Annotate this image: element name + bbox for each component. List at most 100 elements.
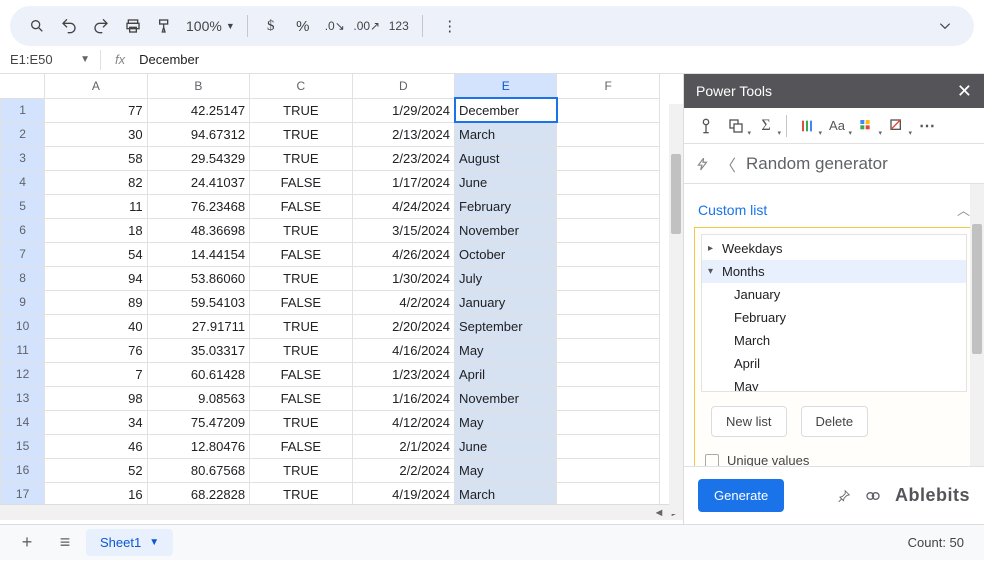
cell[interactable]: TRUE (250, 266, 352, 290)
cell[interactable]: 94 (45, 266, 147, 290)
cell[interactable]: February (455, 194, 557, 218)
cell[interactable]: 68.22828 (147, 482, 249, 504)
cell[interactable] (557, 170, 660, 194)
cell[interactable]: TRUE (250, 146, 352, 170)
bolt-icon[interactable] (696, 155, 710, 173)
cell[interactable]: 76 (45, 338, 147, 362)
cell[interactable]: 52 (45, 458, 147, 482)
cell[interactable]: 11 (45, 194, 147, 218)
redo-icon[interactable] (86, 12, 116, 40)
cell[interactable]: 27.91711 (147, 314, 249, 338)
row-head[interactable]: 6 (1, 218, 45, 242)
cell[interactable] (557, 338, 660, 362)
scroll-left-icon[interactable]: ◄ (651, 507, 667, 519)
cell[interactable]: March (455, 122, 557, 146)
cell[interactable]: 34 (45, 410, 147, 434)
unique-values-checkbox[interactable]: Unique values (701, 447, 967, 466)
row-head[interactable]: 3 (1, 146, 45, 170)
cell[interactable]: September (455, 314, 557, 338)
sheet-tab[interactable]: Sheet1 ▼ (86, 529, 173, 556)
vertical-scrollbar[interactable] (669, 104, 683, 514)
cell[interactable] (557, 386, 660, 410)
cell[interactable]: January (455, 290, 557, 314)
cell[interactable]: November (455, 218, 557, 242)
cell[interactable] (557, 98, 660, 122)
cell[interactable]: 4/24/2024 (352, 194, 454, 218)
cell[interactable]: 7 (45, 362, 147, 386)
cell[interactable]: 4/16/2024 (352, 338, 454, 362)
cell[interactable]: 77 (45, 98, 147, 122)
back-icon[interactable]: 〈 (720, 152, 736, 176)
cell[interactable]: 76.23468 (147, 194, 249, 218)
cell[interactable] (557, 290, 660, 314)
cell[interactable]: 4/12/2024 (352, 410, 454, 434)
tree-item-weekdays[interactable]: ▸ Weekdays (702, 237, 966, 260)
tree-subitem[interactable]: February (702, 306, 966, 329)
cell[interactable]: 29.54329 (147, 146, 249, 170)
collapse-icon[interactable]: ▾ (708, 266, 718, 277)
cell[interactable] (557, 362, 660, 386)
search-icon[interactable] (22, 12, 52, 40)
horizontal-scrollbar[interactable]: ◄ ► (0, 504, 683, 520)
cell[interactable]: 1/16/2024 (352, 386, 454, 410)
cell[interactable]: TRUE (250, 338, 352, 362)
cell[interactable] (557, 218, 660, 242)
increase-decimal-icon[interactable]: .00↗ (352, 12, 382, 40)
new-list-button[interactable]: New list (711, 406, 787, 437)
cell[interactable]: 42.25147 (147, 98, 249, 122)
formula-input[interactable]: December (139, 52, 199, 67)
cell[interactable]: 12.80476 (147, 434, 249, 458)
expand-icon[interactable]: ▸ (708, 243, 718, 254)
tree-subitem[interactable]: January (702, 283, 966, 306)
section-custom-list[interactable]: Custom list ︿ (694, 192, 974, 227)
cell[interactable]: TRUE (250, 98, 352, 122)
cell[interactable]: May (455, 410, 557, 434)
cell[interactable]: TRUE (250, 482, 352, 504)
spreadsheet-grid[interactable]: ABCDEF 17742.25147TRUE1/29/2024December2… (0, 74, 684, 524)
cell[interactable]: TRUE (250, 218, 352, 242)
cell[interactable]: 2/23/2024 (352, 146, 454, 170)
print-icon[interactable] (118, 12, 148, 40)
cell[interactable]: TRUE (250, 458, 352, 482)
cell[interactable]: FALSE (250, 290, 352, 314)
cell[interactable]: FALSE (250, 194, 352, 218)
row-head[interactable]: 11 (1, 338, 45, 362)
dedupe-icon[interactable]: ▾ (722, 113, 750, 139)
cell[interactable]: FALSE (250, 434, 352, 458)
cell[interactable]: December (455, 98, 557, 122)
add-sheet-button[interactable]: + (10, 529, 44, 557)
cell[interactable]: FALSE (250, 386, 352, 410)
cell[interactable]: TRUE (250, 410, 352, 434)
cell[interactable] (557, 482, 660, 504)
row-head[interactable]: 7 (1, 242, 45, 266)
col-head-C[interactable]: C (250, 74, 352, 98)
cell[interactable]: 3/15/2024 (352, 218, 454, 242)
row-head[interactable]: 14 (1, 410, 45, 434)
more-tools-icon[interactable]: ⋯ (913, 113, 941, 139)
cell[interactable] (557, 458, 660, 482)
cell[interactable]: FALSE (250, 170, 352, 194)
case-icon[interactable]: Aa▾ (823, 113, 851, 139)
cell[interactable]: 75.47209 (147, 410, 249, 434)
cell[interactable]: 35.03317 (147, 338, 249, 362)
undo-icon[interactable] (54, 12, 84, 40)
zoom-dropdown[interactable]: 100% ▼ (182, 18, 239, 34)
percent-icon[interactable]: % (288, 12, 318, 40)
decrease-decimal-icon[interactable]: .0↘ (320, 12, 350, 40)
number-format-dropdown[interactable]: 123 (384, 12, 414, 40)
panel-scrollbar[interactable] (970, 184, 984, 466)
cell[interactable]: 94.67312 (147, 122, 249, 146)
row-head[interactable]: 16 (1, 458, 45, 482)
cell[interactable]: June (455, 434, 557, 458)
cell[interactable]: May (455, 458, 557, 482)
paint-format-icon[interactable] (150, 12, 180, 40)
row-head[interactable]: 13 (1, 386, 45, 410)
cell[interactable]: 2/13/2024 (352, 122, 454, 146)
cell[interactable]: TRUE (250, 122, 352, 146)
tree-item-months[interactable]: ▾ Months (702, 260, 966, 283)
cell[interactable]: 1/30/2024 (352, 266, 454, 290)
cell[interactable]: 89 (45, 290, 147, 314)
cell[interactable]: 4/26/2024 (352, 242, 454, 266)
tree-subitem[interactable]: March (702, 329, 966, 352)
cell[interactable]: March (455, 482, 557, 504)
